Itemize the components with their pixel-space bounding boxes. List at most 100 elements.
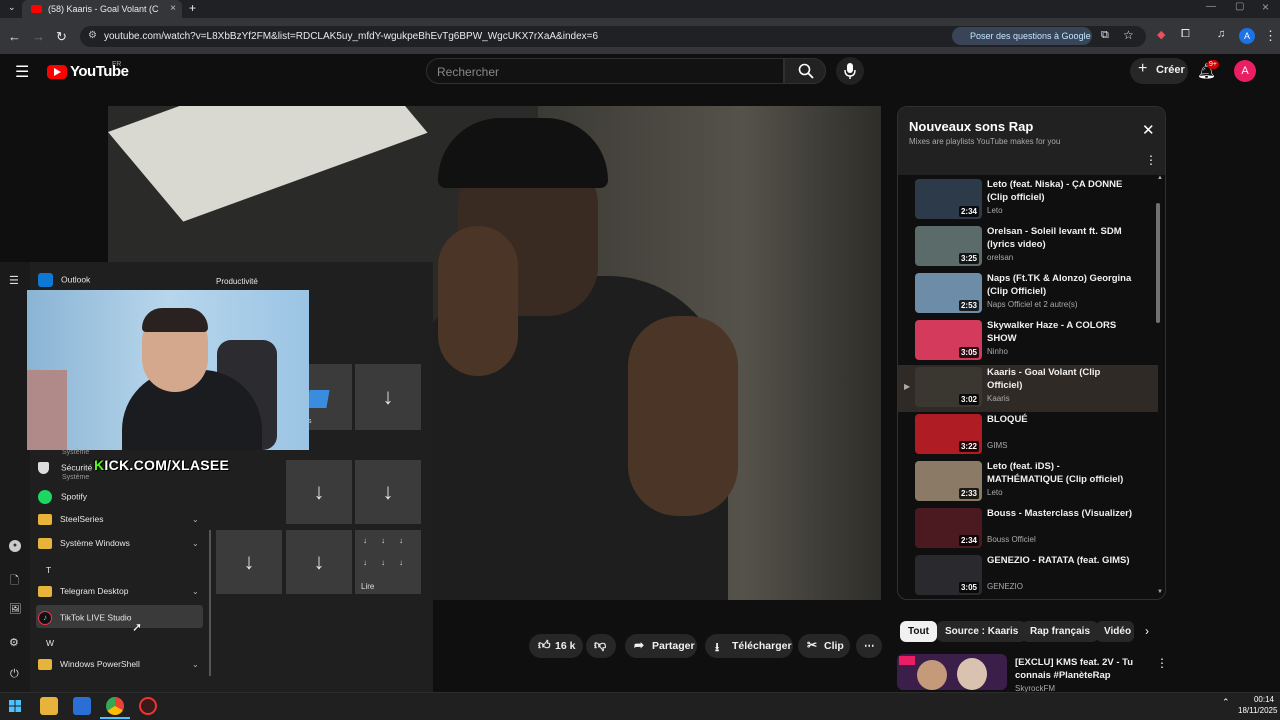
tile-download-3[interactable]: ↓ [355, 460, 421, 524]
mail-app-icon[interactable] [73, 697, 91, 715]
letter-header-t[interactable]: T [46, 565, 51, 575]
playlist-item[interactable]: 3:05 GENEZIO - RATATA (feat. GIMS) GENEZIO [898, 553, 1158, 599]
playlist-item-thumbnail[interactable]: 2:33 [915, 461, 982, 501]
recommended-more-icon[interactable]: ⋮ [1156, 656, 1168, 670]
user-icon[interactable]: ● [9, 540, 21, 552]
power-icon[interactable]: ⏻ [10, 668, 19, 681]
start-item-tiktok[interactable]: ♪ TikTok LIVE Studio [38, 611, 132, 625]
powershell-chevron-icon[interactable]: ⌄ [192, 660, 199, 669]
chip-source[interactable]: Source : Kaaris [937, 621, 1027, 642]
search-input[interactable]: Rechercher [426, 58, 784, 84]
start-item-outlook[interactable]: Outlook [38, 273, 90, 287]
download-button[interactable]: ⭳ Télécharger [705, 634, 793, 658]
mini-download-icons-1: ↓↓↓ [363, 536, 417, 545]
more-actions-button[interactable]: ⋯ [856, 634, 882, 658]
playlist-item[interactable]: 3:25 Orelsan - Soleil levant ft. SDM (lyr… [898, 224, 1158, 271]
clip-button[interactable]: ✂ Clip [798, 634, 850, 658]
chrome-taskbar-icon[interactable] [106, 697, 124, 715]
extensions-puzzle-icon[interactable]: ⧠ [1181, 28, 1190, 41]
settings-gear-icon[interactable]: ⚙ [9, 636, 19, 649]
start-item-systeme-windows[interactable]: Système Windows [38, 538, 130, 550]
webcam-chair-left [27, 370, 67, 450]
start-item-telegram[interactable]: Telegram Desktop [38, 586, 129, 598]
playlist-item-thumbnail[interactable]: 3:05 [915, 555, 982, 595]
pictures-icon[interactable]: 🖼︎ [9, 604, 22, 615]
dislike-button[interactable]: 👎︎ [586, 634, 616, 658]
maximize-icon[interactable]: ▢ [1235, 1, 1244, 12]
tray-chevron-icon[interactable]: ⌃ [1222, 697, 1230, 708]
account-avatar[interactable]: A [1234, 60, 1256, 82]
profile-avatar[interactable]: A [1239, 28, 1255, 44]
minimize-icon[interactable]: — [1206, 1, 1216, 12]
tile-download-1[interactable]: ↓ [355, 364, 421, 430]
voice-search-button[interactable] [836, 57, 864, 85]
close-playlist-icon[interactable]: ✕ [1142, 121, 1155, 139]
systeme-windows-chevron-icon[interactable]: ⌄ [192, 539, 199, 548]
search-button[interactable] [784, 58, 826, 84]
start-item-securite[interactable]: Sécurité [38, 462, 92, 474]
playlist-item-thumbnail[interactable]: 3:25 [915, 226, 982, 266]
playlist-title[interactable]: Nouveaux sons Rap [909, 119, 1033, 134]
playlist-item[interactable]: ▶ 3:02 Kaaris - Goal Volant (Clip Officiel… [898, 365, 1158, 412]
hamburger-menu-icon[interactable]: ☰ [15, 62, 29, 82]
chip-video[interactable]: Vidéo [1096, 621, 1134, 642]
playlist-item[interactable]: 2:33 Leto (feat. iDS) - MATHÉMATIQUE (Cli… [898, 459, 1158, 506]
chip-all[interactable]: Tout [900, 621, 937, 642]
outlook-label: Outlook [61, 274, 91, 285]
windows-start-icon[interactable] [9, 699, 21, 712]
tile-lire[interactable]: ↓↓↓ ↓↓↓ Lire [355, 530, 421, 594]
browser-tab[interactable]: (58) Kaaris - Goal Volant (C × [22, 0, 182, 18]
tile-download-2[interactable]: ↓ [286, 460, 352, 524]
letter-header-w[interactable]: W [46, 638, 54, 648]
tile-download-5[interactable]: ↓ [286, 530, 352, 594]
url-text: youtube.com/watch?v=L8XbBzYf2FM&list=RDC… [104, 31, 599, 42]
start-item-spotify[interactable]: Spotify [38, 490, 87, 504]
chip-rap[interactable]: Rap français [1022, 621, 1099, 642]
back-icon[interactable]: ← [8, 29, 21, 44]
playlist-item-thumbnail[interactable]: 2:34 [915, 179, 982, 219]
documents-icon[interactable]: 🗋 [10, 572, 19, 591]
extension-icon[interactable]: ◆ [1157, 28, 1165, 41]
telegram-chevron-icon[interactable]: ⌄ [192, 587, 199, 596]
like-button[interactable]: 👍︎ 16 k [529, 634, 583, 658]
playlist-more-icon[interactable]: ⋮ [1145, 153, 1157, 167]
create-button[interactable]: + Créer [1130, 58, 1188, 84]
media-control-icon[interactable]: ♫ [1217, 28, 1225, 40]
recommended-thumbnail[interactable] [897, 654, 1007, 690]
close-window-icon[interactable]: × [1262, 0, 1269, 14]
playlist-item-thumbnail[interactable]: 3:05 [915, 320, 982, 360]
tile-download-4[interactable]: ↓ [216, 530, 282, 594]
install-icon[interactable]: ⧉ [1101, 29, 1109, 42]
start-scrollbar[interactable] [209, 530, 211, 676]
start-item-steelseries[interactable]: SteelSeries [38, 514, 103, 526]
playlist-item[interactable]: 2:53 Naps (Ft.TK & Alonzo) Georgina (Clip… [898, 271, 1158, 318]
taskbar-clock[interactable]: 00:14 18/11/2025 [1238, 694, 1277, 716]
tab-list-icon[interactable]: ⌄ [8, 2, 16, 13]
playlist-item[interactable]: 3:05 Skywalker Haze - A COLORS SHOW Ninho [898, 318, 1158, 365]
forward-icon[interactable]: → [32, 29, 45, 44]
obs-taskbar-icon[interactable] [139, 697, 157, 715]
share-button[interactable]: ➦ Partager [625, 634, 697, 658]
file-explorer-icon[interactable] [40, 697, 58, 715]
playlist-item-thumbnail[interactable]: 2:34 [915, 508, 982, 548]
playlist-item-thumbnail[interactable]: 3:02 [915, 367, 982, 407]
steelseries-chevron-icon[interactable]: ⌄ [192, 515, 199, 524]
active-app-indicator [100, 717, 130, 719]
reload-icon[interactable]: ↻ [56, 29, 67, 45]
recommended-title[interactable]: [EXCLU] KMS feat. 2V - Tu connais #Planè… [1015, 656, 1145, 682]
start-item-powershell[interactable]: Windows PowerShell [38, 659, 140, 671]
google-lens-chip[interactable]: Poser des questions à Google [952, 27, 1092, 45]
playlist-item-thumbnail[interactable]: 3:22 [915, 414, 982, 454]
chrome-menu-icon[interactable]: ⋮ [1264, 28, 1277, 44]
tab-close-icon[interactable]: × [170, 3, 176, 14]
playlist-item[interactable]: 2:34 Leto (feat. Niska) - ÇA DONNE (Clip … [898, 177, 1158, 224]
start-expand-icon[interactable]: ☰ [9, 274, 19, 287]
new-tab-icon[interactable]: + [189, 1, 196, 15]
site-info-icon[interactable]: ⚙ [88, 30, 97, 41]
playlist-item[interactable]: 3:22 BLOQUÉ GIMS [898, 412, 1158, 459]
chips-next-icon[interactable]: › [1145, 624, 1149, 638]
bookmark-star-icon[interactable]: ☆ [1123, 28, 1134, 42]
playlist-item-thumbnail[interactable]: 2:53 [915, 273, 982, 313]
webcam-person-hair [142, 308, 208, 332]
playlist-item[interactable]: 2:34 Bouss - Masterclass (Visualizer) Bous… [898, 506, 1158, 553]
